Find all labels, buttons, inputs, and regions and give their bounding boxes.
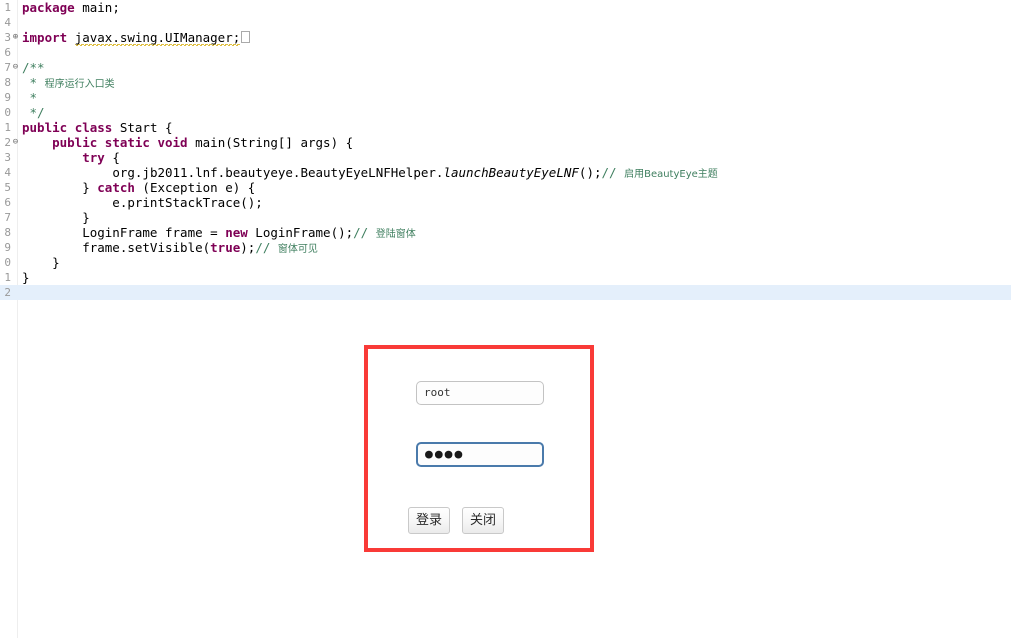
beautyeye-helper-path: org.jb2011.lnf.beautyeye.BeautyEyeLNFHel… xyxy=(112,165,444,180)
line-number: 9 xyxy=(4,241,11,254)
line-number: 0 xyxy=(4,256,11,269)
line-number: 5 xyxy=(4,181,11,194)
collapsed-region-marker[interactable] xyxy=(241,31,251,43)
comment-slashes: // xyxy=(601,165,625,180)
login-submit-button[interactable]: 登录 xyxy=(408,507,450,534)
code-line[interactable]: 8 LoginFrame frame = new LoginFrame();//… xyxy=(0,225,1011,240)
keyword-true: true xyxy=(210,240,241,255)
code-line-text: try { xyxy=(82,150,120,165)
comment-chinese-text: 窗体可见 xyxy=(277,244,318,255)
comment-chinese-text: 登陆窗体 xyxy=(375,229,416,240)
code-line[interactable]: 1 } xyxy=(0,270,1011,285)
line-number: 7 xyxy=(4,211,11,224)
line-number: 1 xyxy=(4,271,11,284)
keyword-new: new xyxy=(225,225,248,240)
code-line[interactable]: 4 xyxy=(0,15,1011,30)
username-input[interactable]: root xyxy=(416,381,544,405)
line-number: 2 xyxy=(4,286,11,299)
password-input[interactable]: ●●●● xyxy=(416,442,544,467)
keyword-import: import xyxy=(22,30,68,45)
code-line[interactable]: 5 } catch (Exception e) { xyxy=(0,180,1011,195)
keyword-try: try xyxy=(82,150,105,165)
code-line[interactable]: 0 */ xyxy=(0,105,1011,120)
login-dialog-annotation-box: root ●●●● 登录 关闭 xyxy=(364,345,594,552)
code-line[interactable]: 6 e.printStackTrace(); xyxy=(0,195,1011,210)
fold-collapse-icon[interactable] xyxy=(11,138,20,147)
line-number: 8 xyxy=(4,226,11,239)
code-line-current[interactable]: 2 xyxy=(0,285,1011,300)
code-line-text: } xyxy=(22,270,30,285)
comment-slashes: // xyxy=(353,225,376,240)
line-number: 4 xyxy=(4,166,11,179)
code-line[interactable]: 0 } xyxy=(0,255,1011,270)
code-line-text: * xyxy=(22,90,38,105)
keyword-public: public xyxy=(22,120,68,135)
code-line[interactable]: 7 } xyxy=(0,210,1011,225)
code-line-text: } xyxy=(22,255,60,270)
java-code-editor[interactable]: 1 package main; 4 3 import javax.swing.U… xyxy=(0,0,1011,638)
code-line[interactable]: 1 public class Start { xyxy=(0,120,1011,135)
line-number: 0 xyxy=(4,106,11,119)
code-line-text: } catch (Exception e) { xyxy=(22,180,256,195)
fold-collapse-icon[interactable] xyxy=(11,63,20,72)
comment-slashes: // xyxy=(255,240,278,255)
code-line[interactable]: 3 import javax.swing.UIManager; xyxy=(0,30,1011,46)
login-dialog: root ●●●● 登录 关闭 xyxy=(368,349,590,548)
javadoc-asterisk: * xyxy=(22,75,45,90)
line-number: 3 xyxy=(4,31,11,44)
code-line-text: */ xyxy=(22,105,45,120)
code-line[interactable]: 7 /** xyxy=(0,60,1011,75)
code-line-text: package main; xyxy=(22,0,120,15)
code-line-text: public static void main(String[] args) { xyxy=(52,135,354,150)
keyword-static: static xyxy=(104,135,150,150)
import-statement-path: javax.swing.UIManager; xyxy=(74,30,241,46)
call-parens: (); xyxy=(578,165,602,180)
code-line[interactable]: 2 public static void main(String[] args)… xyxy=(0,135,1011,150)
code-line-text: e.printStackTrace(); xyxy=(22,195,263,210)
line-number: 2 xyxy=(4,136,11,149)
code-line[interactable]: 6 xyxy=(0,45,1011,60)
code-line[interactable]: 9 * xyxy=(0,90,1011,105)
code-line[interactable]: 8 * 程序运行入口类 xyxy=(0,75,1011,90)
line-number: 3 xyxy=(4,151,11,164)
keyword-class: class xyxy=(74,120,113,135)
code-line[interactable]: 3 try { xyxy=(0,150,1011,165)
code-line[interactable]: 4 org.jb2011.lnf.beautyeye.BeautyEyeLNFH… xyxy=(0,165,1011,180)
line-number: 8 xyxy=(4,76,11,89)
line-number: 9 xyxy=(4,91,11,104)
code-line-text: /** xyxy=(22,60,45,75)
line-number: 6 xyxy=(4,196,11,209)
comment-chinese-text: 启用BeautyEye主题 xyxy=(624,169,718,180)
method-launch-beautyeye: launchBeautyEyeLNF xyxy=(443,165,579,180)
javadoc-chinese-text: 程序运行入口类 xyxy=(44,79,115,90)
fold-expand-icon[interactable] xyxy=(11,33,20,42)
code-line-text: public class Start { xyxy=(22,120,173,135)
code-area[interactable]: 1 package main; 4 3 import javax.swing.U… xyxy=(0,0,1011,300)
login-close-button[interactable]: 关闭 xyxy=(462,507,504,534)
keyword-package: package xyxy=(22,0,75,15)
line-number: 4 xyxy=(4,16,11,29)
line-number: 6 xyxy=(4,46,11,59)
code-line[interactable]: 9 frame.setVisible(true);// 窗体可见 xyxy=(0,240,1011,255)
code-line-text: } xyxy=(22,210,90,225)
keyword-catch: catch xyxy=(97,180,135,195)
code-line[interactable]: 1 package main; xyxy=(0,0,1011,15)
code-line-text: import javax.swing.UIManager; xyxy=(22,30,251,46)
line-number: 1 xyxy=(4,1,11,14)
keyword-void: void xyxy=(157,135,188,150)
line-number: 1 xyxy=(4,121,11,134)
keyword-public: public xyxy=(52,135,98,150)
line-number: 7 xyxy=(4,61,11,74)
